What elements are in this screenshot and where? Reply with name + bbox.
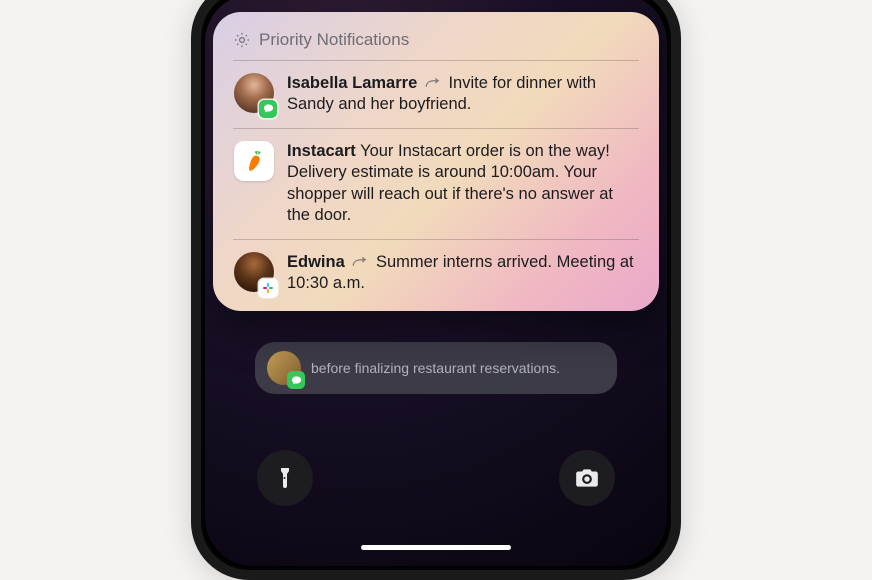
flashlight-icon (273, 466, 297, 490)
notification-row[interactable]: Edwina Summer interns arrived. Meeting a… (233, 240, 639, 297)
camera-icon (574, 465, 600, 491)
notification-content: Isabella Lamarre Invite for dinner with … (287, 73, 639, 116)
iphone-frame: before finalizing restaurant reservation… (191, 0, 681, 580)
card-header: Priority Notifications (233, 30, 639, 61)
background-notification[interactable]: before finalizing restaurant reservation… (255, 342, 617, 394)
slack-badge-icon (259, 279, 277, 297)
carrot-icon (241, 148, 267, 174)
background-notification-text: before finalizing restaurant reservation… (311, 360, 560, 377)
priority-notifications-card[interactable]: Priority Notifications Isabella Lamarre … (213, 12, 659, 311)
messages-badge-icon (287, 371, 305, 389)
notification-content: Edwina Summer interns arrived. Meeting a… (287, 252, 639, 295)
sender-name: Instacart (287, 142, 356, 160)
gear-icon (233, 31, 251, 49)
notification-content: Instacart Your Instacart order is on the… (287, 141, 639, 227)
home-indicator[interactable] (361, 545, 511, 550)
reply-arrow-icon (424, 76, 442, 90)
notification-row[interactable]: Instacart Your Instacart order is on the… (233, 129, 639, 240)
reply-arrow-icon (351, 255, 369, 269)
sender-name: Edwina (287, 253, 345, 271)
sender-name: Isabella Lamarre (287, 74, 417, 92)
notification-row[interactable]: Isabella Lamarre Invite for dinner with … (233, 61, 639, 129)
instacart-app-icon (234, 141, 274, 181)
camera-button[interactable] (559, 450, 615, 506)
flashlight-button[interactable] (257, 450, 313, 506)
avatar (267, 351, 301, 385)
lock-screen: before finalizing restaurant reservation… (205, 0, 667, 566)
card-title: Priority Notifications (259, 30, 409, 50)
messages-badge-icon (259, 100, 277, 118)
